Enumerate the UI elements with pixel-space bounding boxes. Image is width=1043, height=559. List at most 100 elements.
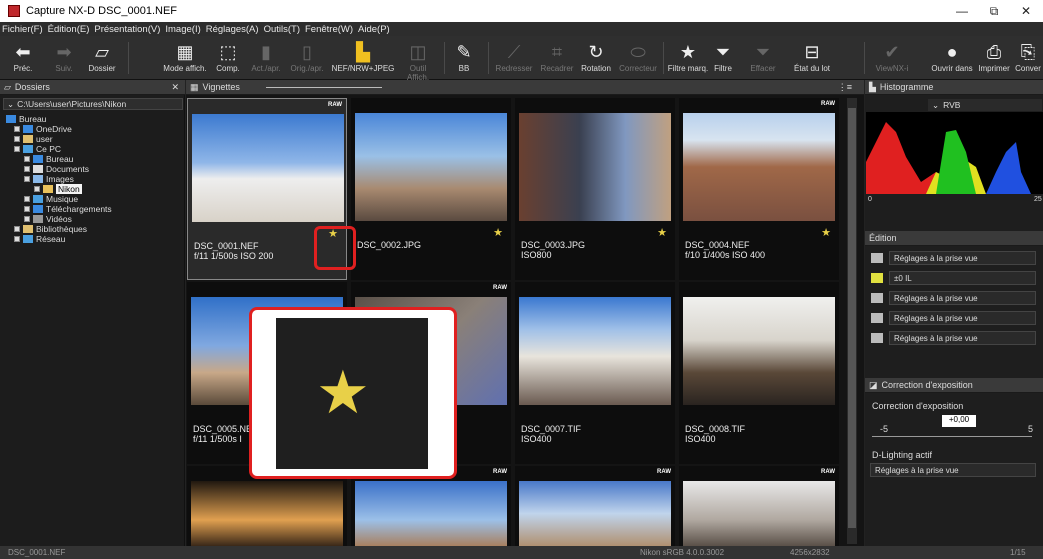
thumbnail-11[interactable]: RAW (515, 466, 675, 546)
tree-item-reseau[interactable]: Réseau (14, 234, 65, 244)
effacer-button[interactable]: ⏷ Effacer (746, 40, 780, 73)
thumbnail-4[interactable]: RAW ★ DSC_0004.NEF f/10 1/400s ISO 400 (679, 98, 839, 280)
edit-row-picture-control[interactable]: Réglages à la prise vue (866, 250, 1042, 266)
menu-presentation[interactable]: Présentation(V) (94, 24, 160, 35)
edit-row-value[interactable]: ±0 IL (889, 271, 1036, 285)
edit-row-value[interactable]: Réglages à la prise vue (889, 291, 1036, 305)
tree-item-telechargements[interactable]: Téléchargements (24, 204, 112, 214)
dlighting-value[interactable]: Réglages à la prise vue (870, 463, 1036, 477)
menu-fenetre[interactable]: Fenêtre(W) (305, 24, 353, 35)
expand-icon[interactable] (24, 216, 30, 222)
exposure-slider[interactable] (872, 436, 1032, 437)
tree-item-videos[interactable]: Vidéos (24, 214, 72, 224)
video-icon (33, 215, 43, 223)
folder-button[interactable]: ▱ Dossier (84, 40, 120, 73)
thumbnail-7[interactable]: DSC_0007.TIF ISO400 (515, 282, 675, 464)
edit-row-white-balance[interactable]: Réglages à la prise vue (866, 290, 1042, 306)
viewnx-button[interactable]: ✔ ViewNX-i (872, 40, 912, 73)
prev-button[interactable]: ⬅ Préc. (8, 40, 38, 73)
expand-icon[interactable] (24, 156, 30, 162)
outil-affich-button[interactable]: ◫ Outil Affich. (398, 40, 438, 82)
edit-row-picture-style[interactable]: Réglages à la prise vue (866, 310, 1042, 326)
folder-icon: ▱ (4, 81, 11, 92)
recadrer-button[interactable]: ⌗ Recadrer (538, 40, 576, 73)
tree-item-documents[interactable]: Documents (24, 164, 89, 174)
view-mode-button[interactable]: ▦ Mode affich. (158, 40, 212, 73)
minimize-button[interactable]: — (946, 0, 978, 22)
tree-item-musique[interactable]: Musique (24, 194, 78, 204)
thumbnail-8[interactable]: DSC_0008.TIF ISO400 (679, 282, 839, 464)
menu-edition[interactable]: Édition(E) (48, 24, 90, 35)
redresser-button[interactable]: ⟋ Redresser (494, 40, 534, 73)
menu-outils[interactable]: Outils(T) (264, 24, 300, 35)
folders-header: ▱ Dossiers ✕ (0, 80, 185, 95)
tree-item-bureau[interactable]: Bureau (6, 114, 46, 124)
thumbnails-scrollbar[interactable] (847, 98, 857, 544)
exposure-icon (871, 273, 883, 283)
path-dropdown[interactable]: ⌄ C:\Users\user\Pictures\Nikon (3, 98, 183, 110)
raw-badge: RAW (328, 102, 342, 108)
tree-item-nikon[interactable]: Nikon (34, 184, 82, 194)
edit-row-value[interactable]: Réglages à la prise vue (889, 311, 1036, 325)
comp-button[interactable]: ⬚ Comp. (214, 40, 242, 73)
panel-menu-icon[interactable]: ⋮≡ (838, 82, 852, 93)
correcteur-button[interactable]: ⬭ Correcteur (616, 40, 660, 73)
channel-dropdown[interactable]: ⌄ RVB (928, 99, 1042, 111)
tree-item-ce-pc[interactable]: Ce PC (14, 144, 61, 154)
tree-label: user (36, 134, 53, 144)
imprimer-button[interactable]: ⎙ Imprimer (978, 40, 1010, 73)
tree-item-user[interactable]: user (14, 134, 53, 144)
star-icon[interactable]: ★ (821, 226, 831, 239)
ouvrir-dans-label: Ouvrir dans (931, 64, 973, 73)
etat-du-lot-button[interactable]: ⊟ État du lot (786, 40, 838, 73)
bb-button[interactable]: ✎ BB (452, 40, 476, 73)
restore-button[interactable]: ⧉ (978, 0, 1010, 22)
menu-image[interactable]: Image(I) (165, 24, 200, 35)
ouvrir-dans-button[interactable]: ● Ouvrir dans (928, 40, 976, 73)
thumbnail-size-slider[interactable] (266, 87, 382, 88)
tree-item-images[interactable]: Images (24, 174, 74, 184)
edit-row-exposure[interactable]: ±0 IL (866, 270, 1042, 286)
dlighting-dropdown[interactable]: Réglages à la prise vue (866, 462, 1042, 478)
expand-icon[interactable] (14, 126, 20, 132)
collapse-icon[interactable] (24, 176, 30, 182)
collapse-icon[interactable] (14, 146, 20, 152)
expand-icon[interactable] (24, 196, 30, 202)
panel-close-icon[interactable]: ✕ (171, 82, 179, 93)
nef-jpeg-button[interactable]: ▙ NEF/NRW+JPEG (330, 40, 396, 73)
menu-fichier[interactable]: Fichier(F) (2, 24, 43, 35)
thumbnail-3[interactable]: ★ DSC_0003.JPG ISO800 (515, 98, 675, 280)
edit-row-value[interactable]: Réglages à la prise vue (889, 251, 1036, 265)
rotation-button[interactable]: ↻ Rotation (578, 40, 614, 73)
expand-icon[interactable] (14, 136, 20, 142)
expand-icon[interactable] (14, 226, 20, 232)
thumbnail-12[interactable]: RAW (679, 466, 839, 546)
thumbnail-2[interactable]: ★ DSC_0002.JPG (351, 98, 511, 280)
convert-button[interactable]: ⎘ Conver (1013, 40, 1043, 73)
orig-apr-button[interactable]: ▯ Orig./apr. (287, 40, 327, 73)
next-button[interactable]: ➡ Suiv. (50, 40, 78, 73)
tree-item-bureau-pc[interactable]: Bureau (24, 154, 73, 164)
expand-icon[interactable] (24, 166, 30, 172)
close-button[interactable]: ✕ (1010, 0, 1042, 22)
tree-item-bibliotheques[interactable]: Bibliothèques (14, 224, 87, 234)
edit-row-lens[interactable]: Réglages à la prise vue (866, 330, 1042, 346)
filtre-button[interactable]: ⏷ Filtre (710, 40, 736, 73)
act-apr-button[interactable]: ▮ Act./apr. (247, 40, 285, 73)
exposure-value-input[interactable]: +0,00 (942, 415, 976, 427)
picture-style-icon (871, 313, 883, 323)
expand-icon[interactable] (14, 236, 20, 242)
etat-du-lot-label: État du lot (793, 64, 831, 73)
menu-reglages[interactable]: Réglages(A) (206, 24, 259, 35)
scrollbar-thumb[interactable] (848, 108, 856, 528)
star-icon[interactable]: ★ (657, 226, 667, 239)
edit-row-value[interactable]: Réglages à la prise vue (889, 331, 1036, 345)
star-icon[interactable]: ★ (493, 226, 503, 239)
expand-icon[interactable] (24, 206, 30, 212)
menu-aide[interactable]: Aide(P) (358, 24, 390, 35)
cloud-icon (23, 125, 33, 133)
expand-icon[interactable] (34, 186, 40, 192)
eyedropper-icon: ✎ (456, 42, 472, 62)
tree-item-onedrive[interactable]: OneDrive (14, 124, 72, 134)
filtre-marq-button[interactable]: ★ Filtre marq. (666, 40, 710, 73)
